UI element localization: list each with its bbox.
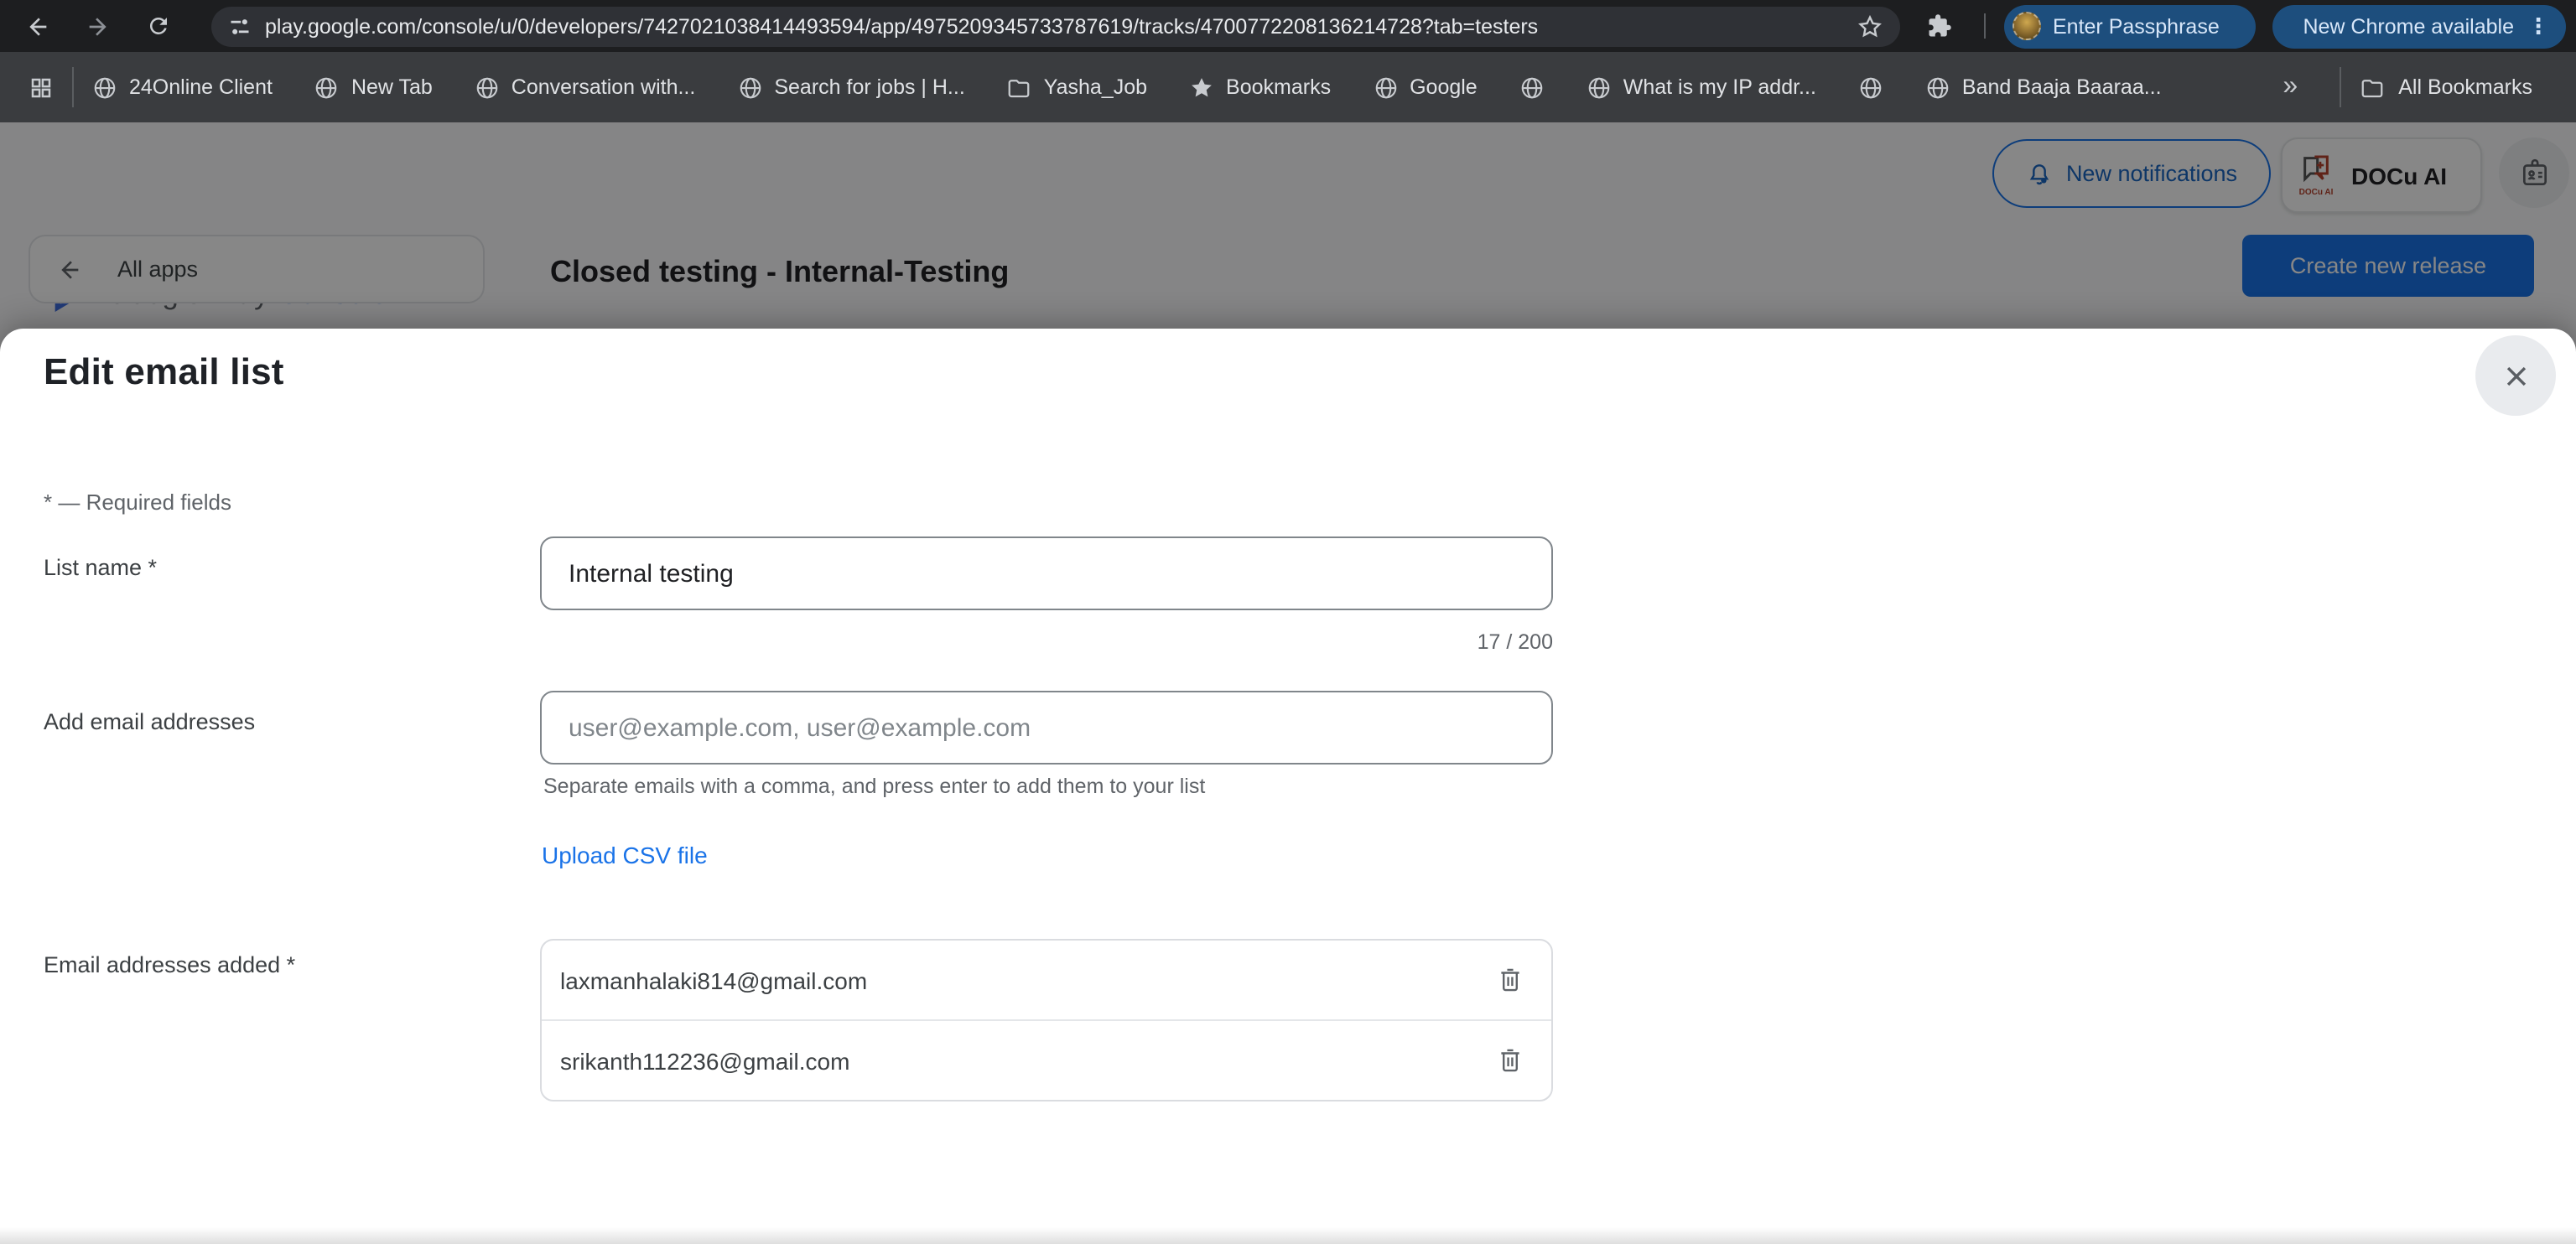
bookmark-item[interactable] — [1858, 75, 1883, 100]
new-chrome-label: New Chrome available — [2303, 14, 2514, 38]
globe-icon — [1519, 75, 1545, 100]
screen: play.google.com/console/u/0/developers/7… — [0, 0, 2576, 1244]
profile-avatar — [2012, 12, 2041, 40]
bookmark-label: Band Baaja Baaraa... — [1962, 75, 2162, 99]
bookmarks-list: 24Online Client New Tab Conversation with.… — [92, 75, 2162, 100]
bookmarks-separator-2 — [2340, 67, 2341, 107]
list-name-label: List name * — [44, 555, 157, 580]
bookmarks-right-group: » All Bookmarks — [2283, 52, 2576, 122]
forward-icon[interactable] — [75, 5, 117, 47]
bookmark-item[interactable]: What is my IP addr... — [1587, 75, 1816, 100]
delete-email-button[interactable] — [1491, 1042, 1528, 1079]
bookmark-label: Yasha_Job — [1044, 75, 1147, 99]
add-emails-input[interactable] — [540, 691, 1553, 765]
edit-email-list-modal: Edit email list * — Required fields List… — [0, 329, 2576, 1244]
apps-grid-icon[interactable] — [29, 75, 54, 100]
bookmark-item[interactable]: Bookmarks — [1189, 75, 1331, 100]
close-button[interactable] — [2475, 335, 2556, 416]
globe-icon — [92, 75, 117, 100]
bookmark-label: Conversation with... — [512, 75, 696, 99]
delete-email-button[interactable] — [1491, 962, 1528, 998]
folder-icon — [1007, 75, 1032, 100]
email-address: srikanth112236@gmail.com — [560, 1047, 849, 1074]
enter-passphrase-button[interactable]: Enter Passphrase — [2004, 4, 2256, 48]
browser-toolbar: play.google.com/console/u/0/developers/7… — [0, 0, 2576, 52]
site-settings-icon[interactable] — [228, 15, 252, 39]
globe-icon — [1373, 75, 1398, 100]
all-bookmarks-label[interactable]: All Bookmarks — [2398, 75, 2532, 99]
back-icon[interactable] — [17, 5, 59, 47]
bookmarks-bar: 24Online Client New Tab Conversation with.… — [0, 52, 2576, 122]
bookmark-label: Search for jobs | H... — [774, 75, 964, 99]
bookmark-item[interactable]: Yasha_Job — [1007, 75, 1147, 100]
star-icon — [1189, 75, 1214, 100]
emails-added-label: Email addresses added * — [44, 952, 295, 977]
bookmarks-separator — [72, 67, 74, 107]
globe-icon — [1587, 75, 1612, 100]
bookmark-item[interactable]: Band Baaja Baaraa... — [1925, 75, 2162, 100]
enter-passphrase-label: Enter Passphrase — [2053, 14, 2220, 38]
list-name-input[interactable] — [540, 536, 1553, 610]
bookmark-label: Bookmarks — [1226, 75, 1331, 99]
close-icon — [2501, 361, 2530, 390]
bottom-scroll-band — [0, 1227, 2576, 1244]
add-emails-helper: Separate emails with a comma, and press … — [543, 775, 1205, 798]
url-text[interactable]: play.google.com/console/u/0/developers/7… — [265, 15, 1538, 39]
email-row: srikanth112236@gmail.com — [542, 1019, 1551, 1100]
bookmark-item[interactable]: 24Online Client — [92, 75, 273, 100]
globe-icon — [1925, 75, 1950, 100]
bookmark-item[interactable]: Conversation with... — [475, 75, 696, 100]
email-list: laxmanhalaki814@gmail.com srikanth112236@… — [540, 939, 1553, 1101]
globe-icon — [314, 75, 340, 100]
bookmark-item[interactable]: New Tab — [314, 75, 433, 100]
required-fields-note: * — Required fields — [44, 490, 231, 515]
globe-icon — [737, 75, 762, 100]
folder-icon — [2360, 75, 2385, 100]
modal-title: Edit email list — [44, 350, 284, 394]
email-row: laxmanhalaki814@gmail.com — [542, 941, 1551, 1019]
bookmarks-overflow-icon[interactable]: » — [2283, 72, 2298, 102]
globe-icon — [475, 75, 500, 100]
email-address: laxmanhalaki814@gmail.com — [560, 967, 867, 993]
new-chrome-button[interactable]: New Chrome available ⋮ — [2272, 4, 2566, 48]
reload-icon[interactable] — [138, 5, 179, 47]
bookmark-item[interactable]: Search for jobs | H... — [737, 75, 964, 100]
toolbar-separator — [1984, 13, 1986, 39]
bookmark-item[interactable]: Google — [1373, 75, 1478, 100]
bookmark-label: Google — [1410, 75, 1478, 99]
bookmark-item[interactable] — [1519, 75, 1545, 100]
address-bar[interactable]: play.google.com/console/u/0/developers/7… — [211, 7, 1900, 47]
upload-csv-link[interactable]: Upload CSV file — [542, 842, 708, 868]
add-emails-label: Add email addresses — [44, 709, 255, 734]
bookmark-label: What is my IP addr... — [1623, 75, 1816, 99]
bookmark-label: New Tab — [351, 75, 433, 99]
globe-icon — [1858, 75, 1883, 100]
bookmark-label: 24Online Client — [129, 75, 273, 99]
chrome-menu-icon[interactable]: ⋮ — [2527, 13, 2549, 39]
extensions-icon[interactable] — [1919, 5, 1961, 47]
bookmark-star-icon[interactable] — [1857, 13, 1883, 49]
char-counter: 17 / 200 — [540, 630, 1553, 654]
